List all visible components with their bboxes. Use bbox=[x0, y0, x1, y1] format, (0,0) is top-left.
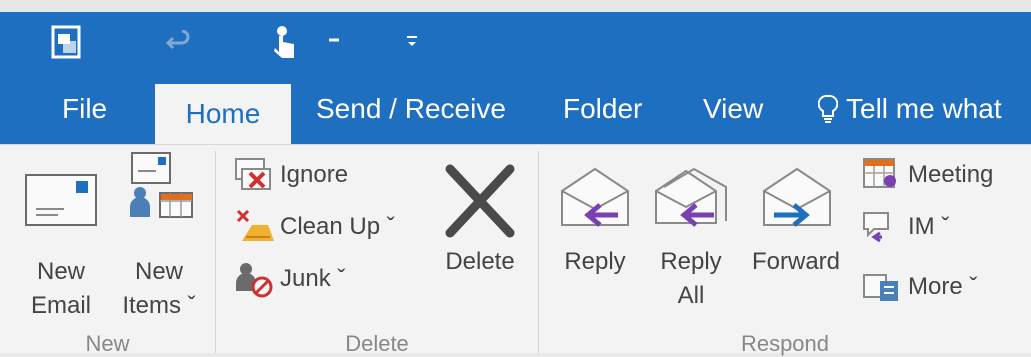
quick-access-toolbar bbox=[0, 12, 1031, 74]
tell-me-label: Tell me what bbox=[846, 93, 1002, 124]
delete-label: Delete bbox=[445, 248, 515, 275]
undo-icon[interactable] bbox=[156, 20, 200, 64]
app-icon[interactable] bbox=[44, 20, 88, 64]
group-label-respond: Respond bbox=[740, 331, 830, 356]
new-email-button[interactable]: New Email bbox=[18, 165, 104, 325]
ribbon-body: New Email New Items ˇ New Ignore Clean U… bbox=[0, 144, 1031, 356]
meeting-button[interactable]: Meeting bbox=[860, 155, 993, 195]
more-button[interactable]: More ˇ bbox=[860, 267, 977, 307]
new-email-label-line2: Email bbox=[30, 292, 91, 319]
customize-icon[interactable] bbox=[400, 20, 424, 64]
tab-tell-me[interactable]: Tell me what bbox=[818, 74, 1002, 144]
im-icon bbox=[860, 207, 904, 247]
tab-view[interactable]: View bbox=[703, 74, 763, 144]
reply-label: Reply bbox=[564, 248, 626, 275]
im-button[interactable]: IM ˇ bbox=[860, 207, 949, 247]
tab-send-receive[interactable]: Send / Receive bbox=[316, 74, 506, 144]
more-icon bbox=[860, 267, 904, 307]
outlook-ribbon-window: File Home Send / Receive Folder View Tel… bbox=[0, 0, 1031, 356]
touch-mode-icon[interactable] bbox=[266, 20, 306, 64]
reply-icon bbox=[558, 165, 632, 229]
reply-button[interactable]: Reply bbox=[552, 155, 638, 315]
new-items-label-line1: New bbox=[134, 258, 183, 285]
tab-folder[interactable]: Folder bbox=[563, 74, 642, 144]
new-items-label-line2: Items ˇ bbox=[122, 292, 196, 319]
delete-x-icon bbox=[440, 163, 520, 239]
forward-label: Forward bbox=[751, 248, 841, 275]
junk-icon bbox=[232, 259, 276, 299]
ribbon-tabs: File Home Send / Receive Folder View Tel… bbox=[0, 74, 1031, 144]
meeting-icon bbox=[860, 155, 904, 195]
reply-all-button[interactable]: Reply All bbox=[648, 155, 734, 325]
delete-button[interactable]: Delete bbox=[432, 155, 528, 315]
reply-all-icon bbox=[652, 165, 732, 229]
group-label-new: New bbox=[85, 331, 130, 356]
reply-all-label-line1: Reply bbox=[660, 248, 722, 275]
new-email-label-line1: New bbox=[36, 258, 85, 285]
lightbulb-icon bbox=[818, 94, 838, 124]
clean-up-button[interactable]: Clean Up ˇ bbox=[232, 207, 395, 247]
group-separator bbox=[538, 151, 539, 353]
forward-icon bbox=[760, 165, 834, 229]
junk-label: Junk ˇ bbox=[280, 265, 346, 292]
reply-all-label-line2: All bbox=[677, 282, 705, 309]
envelope-icon bbox=[24, 173, 98, 229]
ignore-button[interactable]: Ignore bbox=[232, 155, 348, 195]
im-label: IM ˇ bbox=[908, 213, 950, 240]
new-items-button[interactable]: New Items ˇ bbox=[116, 145, 202, 325]
new-items-icon bbox=[126, 151, 196, 221]
ignore-icon bbox=[232, 155, 276, 195]
junk-button[interactable]: Junk ˇ bbox=[232, 259, 345, 299]
tab-home[interactable]: Home bbox=[155, 84, 291, 144]
more-label: More ˇ bbox=[908, 273, 978, 300]
clean-up-label: Clean Up ˇ bbox=[280, 213, 395, 240]
ignore-label: Ignore bbox=[280, 161, 349, 188]
tab-file[interactable]: File bbox=[62, 74, 107, 144]
window-top-edge bbox=[0, 0, 1031, 12]
dropdown-icon[interactable] bbox=[322, 20, 346, 64]
group-label-delete: Delete bbox=[345, 331, 409, 356]
group-separator bbox=[215, 151, 216, 353]
meeting-label: Meeting bbox=[908, 161, 994, 188]
clean-up-icon bbox=[232, 207, 276, 247]
forward-button[interactable]: Forward bbox=[744, 155, 848, 315]
